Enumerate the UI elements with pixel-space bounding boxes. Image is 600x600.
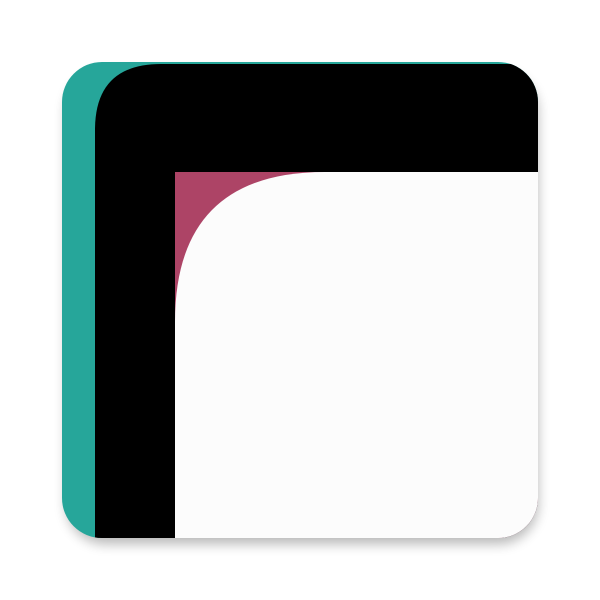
tile-layers: [62, 62, 538, 538]
white-card: [175, 172, 538, 538]
icon-stage: [0, 0, 600, 600]
app-launcher-icon[interactable]: [0, 0, 600, 600]
